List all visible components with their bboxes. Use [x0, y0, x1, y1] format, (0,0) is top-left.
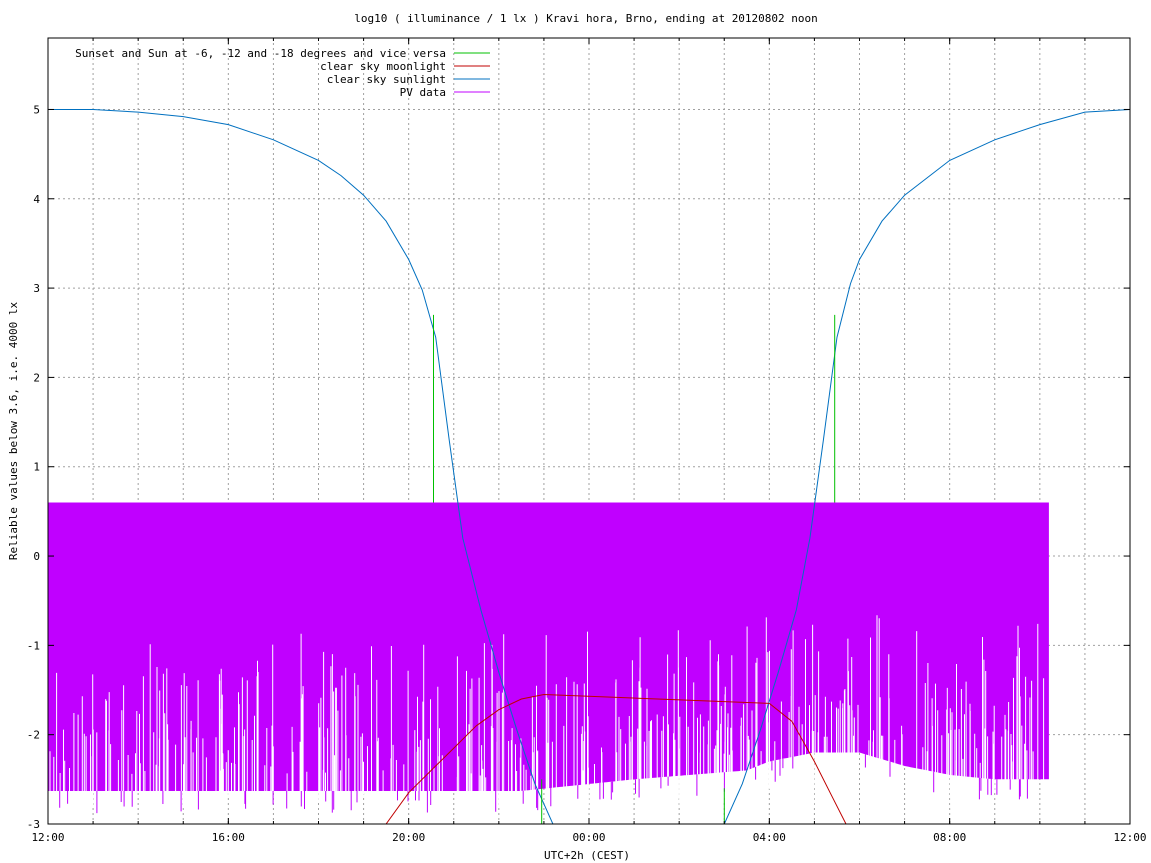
x-tick-label: 12:00 — [1113, 831, 1146, 844]
y-tick-label: 5 — [33, 103, 40, 116]
x-tick-label: 20:00 — [392, 831, 425, 844]
legend-label: PV data — [400, 86, 446, 99]
y-tick-label: 4 — [33, 193, 40, 206]
x-tick-label: 12:00 — [31, 831, 64, 844]
legend-label: clear sky sunlight — [327, 73, 446, 86]
legend-label: Sunset and Sun at -6, -12 and -18 degree… — [75, 47, 446, 60]
x-tick-label: 00:00 — [572, 831, 605, 844]
y-tick-label: -1 — [27, 639, 40, 652]
y-tick-label: -2 — [27, 729, 40, 742]
y-tick-label: 3 — [33, 282, 40, 295]
pv-data-series — [48, 502, 1049, 814]
y-tick-label: 2 — [33, 371, 40, 384]
chart-title: log10 ( illuminance / 1 lx ) Kravi hora,… — [354, 12, 818, 25]
x-tick-label: 04:00 — [753, 831, 786, 844]
x-tick-label: 16:00 — [212, 831, 245, 844]
y-tick-label: 1 — [33, 461, 40, 474]
y-axis-label: Reliable values below 3.6, i.e. 4000 lx — [7, 301, 20, 560]
x-tick-label: 08:00 — [933, 831, 966, 844]
x-axis-label: UTC+2h (CEST) — [544, 849, 630, 862]
y-tick-label: 0 — [33, 550, 40, 563]
chart-canvas: log10 ( illuminance / 1 lx ) Kravi hora,… — [7, 12, 1147, 862]
y-tick-label: -3 — [27, 818, 40, 831]
legend: Sunset and Sun at -6, -12 and -18 degree… — [75, 47, 490, 99]
legend-label: clear sky moonlight — [320, 60, 446, 73]
